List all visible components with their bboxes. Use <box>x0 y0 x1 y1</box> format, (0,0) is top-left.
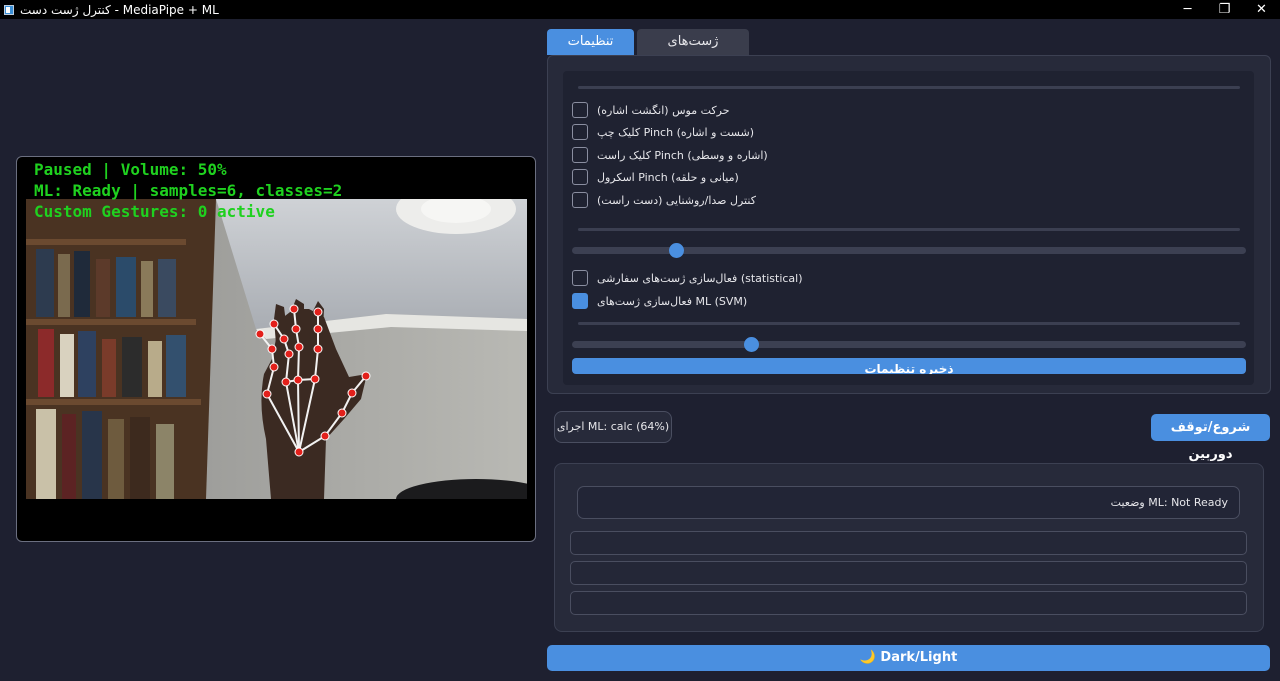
info-field-3 <box>570 591 1247 615</box>
checkbox-box-checked[interactable] <box>572 293 588 309</box>
minimize-button[interactable]: ─ <box>1169 0 1206 19</box>
checkbox-label: کلیک چپ Pinch (شست و اشاره) <box>597 125 755 139</box>
camera-view: Paused | Volume: 50% ML: Ready | samples… <box>16 156 536 542</box>
window-title: کنترل ژست دست - MediaPipe + ML <box>20 2 219 17</box>
sensitivity-slider[interactable] <box>572 243 1246 258</box>
checkbox-label: کلیک راست Pinch (اشاره و وسطی) <box>597 148 768 162</box>
checkbox-box[interactable] <box>572 270 588 286</box>
checkbox-label: کنترل صدا/روشنایی (دست راست) <box>597 193 756 207</box>
camera-feed-image <box>26 199 527 499</box>
restore-button[interactable]: ❐ <box>1206 0 1243 19</box>
overlay-gestures-line: Custom Gestures: 0 active <box>34 202 275 221</box>
info-field-2 <box>570 561 1247 585</box>
checkbox-box[interactable] <box>572 192 588 208</box>
title-bar: کنترل ژست دست - MediaPipe + ML ─ ❐ ✕ <box>0 0 1280 19</box>
ml-status-badge: اجرای ML: calc (64%) <box>554 411 672 443</box>
checkbox-box[interactable] <box>572 102 588 118</box>
checkbox-ml-gestures[interactable]: فعال‌سازی ژست‌های ML (SVM) <box>572 292 747 310</box>
checkbox-custom-gestures[interactable]: فعال‌سازی ژست‌های سفارشی (statistical) <box>572 269 803 287</box>
overlay-status-line: Paused | Volume: 50% <box>34 160 227 179</box>
checkbox-box[interactable] <box>572 169 588 185</box>
toggle-camera-button[interactable]: شروع/توقف دوربین <box>1151 414 1270 462</box>
save-settings-button[interactable]: ذخیره تنظیمات <box>572 358 1246 374</box>
checkbox-left-click[interactable]: کلیک چپ Pinch (شست و اشاره) <box>572 123 754 141</box>
checkbox-box[interactable] <box>572 147 588 163</box>
info-field-1 <box>570 531 1247 555</box>
slider-handle[interactable] <box>668 243 684 258</box>
separator <box>578 228 1240 231</box>
checkbox-label: فعال‌سازی ژست‌های سفارشی (statistical) <box>597 271 803 285</box>
ml-status-label: وضعیت ML: Not Ready <box>577 486 1240 519</box>
app-icon <box>4 4 14 15</box>
checkbox-volume-brightness[interactable]: کنترل صدا/روشنایی (دست راست) <box>572 191 756 209</box>
checkbox-scroll[interactable]: اسکرول Pinch (میانی و حلقه) <box>572 168 739 186</box>
theme-toggle-button[interactable]: 🌙 Dark/Light <box>547 645 1270 671</box>
separator <box>578 86 1240 89</box>
checkbox-box[interactable] <box>572 124 588 140</box>
tab-basic-settings[interactable]: تنظیمات پایه <box>547 29 634 75</box>
checkbox-label: فعال‌سازی ژست‌های ML (SVM) <box>597 294 748 308</box>
checkbox-label: اسکرول Pinch (میانی و حلقه) <box>597 170 739 184</box>
checkbox-right-click[interactable]: کلیک راست Pinch (اشاره و وسطی) <box>572 146 768 164</box>
tab-custom-gestures[interactable]: ژست‌های سفارشی <box>637 29 749 75</box>
threshold-slider[interactable] <box>572 337 1246 352</box>
checkbox-mouse-move[interactable]: حرکت موس (انگشت اشاره) <box>572 101 730 119</box>
checkbox-label: حرکت موس (انگشت اشاره) <box>597 103 730 117</box>
overlay-ml-line: ML: Ready | samples=6, classes=2 <box>34 181 343 200</box>
close-button[interactable]: ✕ <box>1243 0 1280 19</box>
separator <box>578 322 1240 325</box>
